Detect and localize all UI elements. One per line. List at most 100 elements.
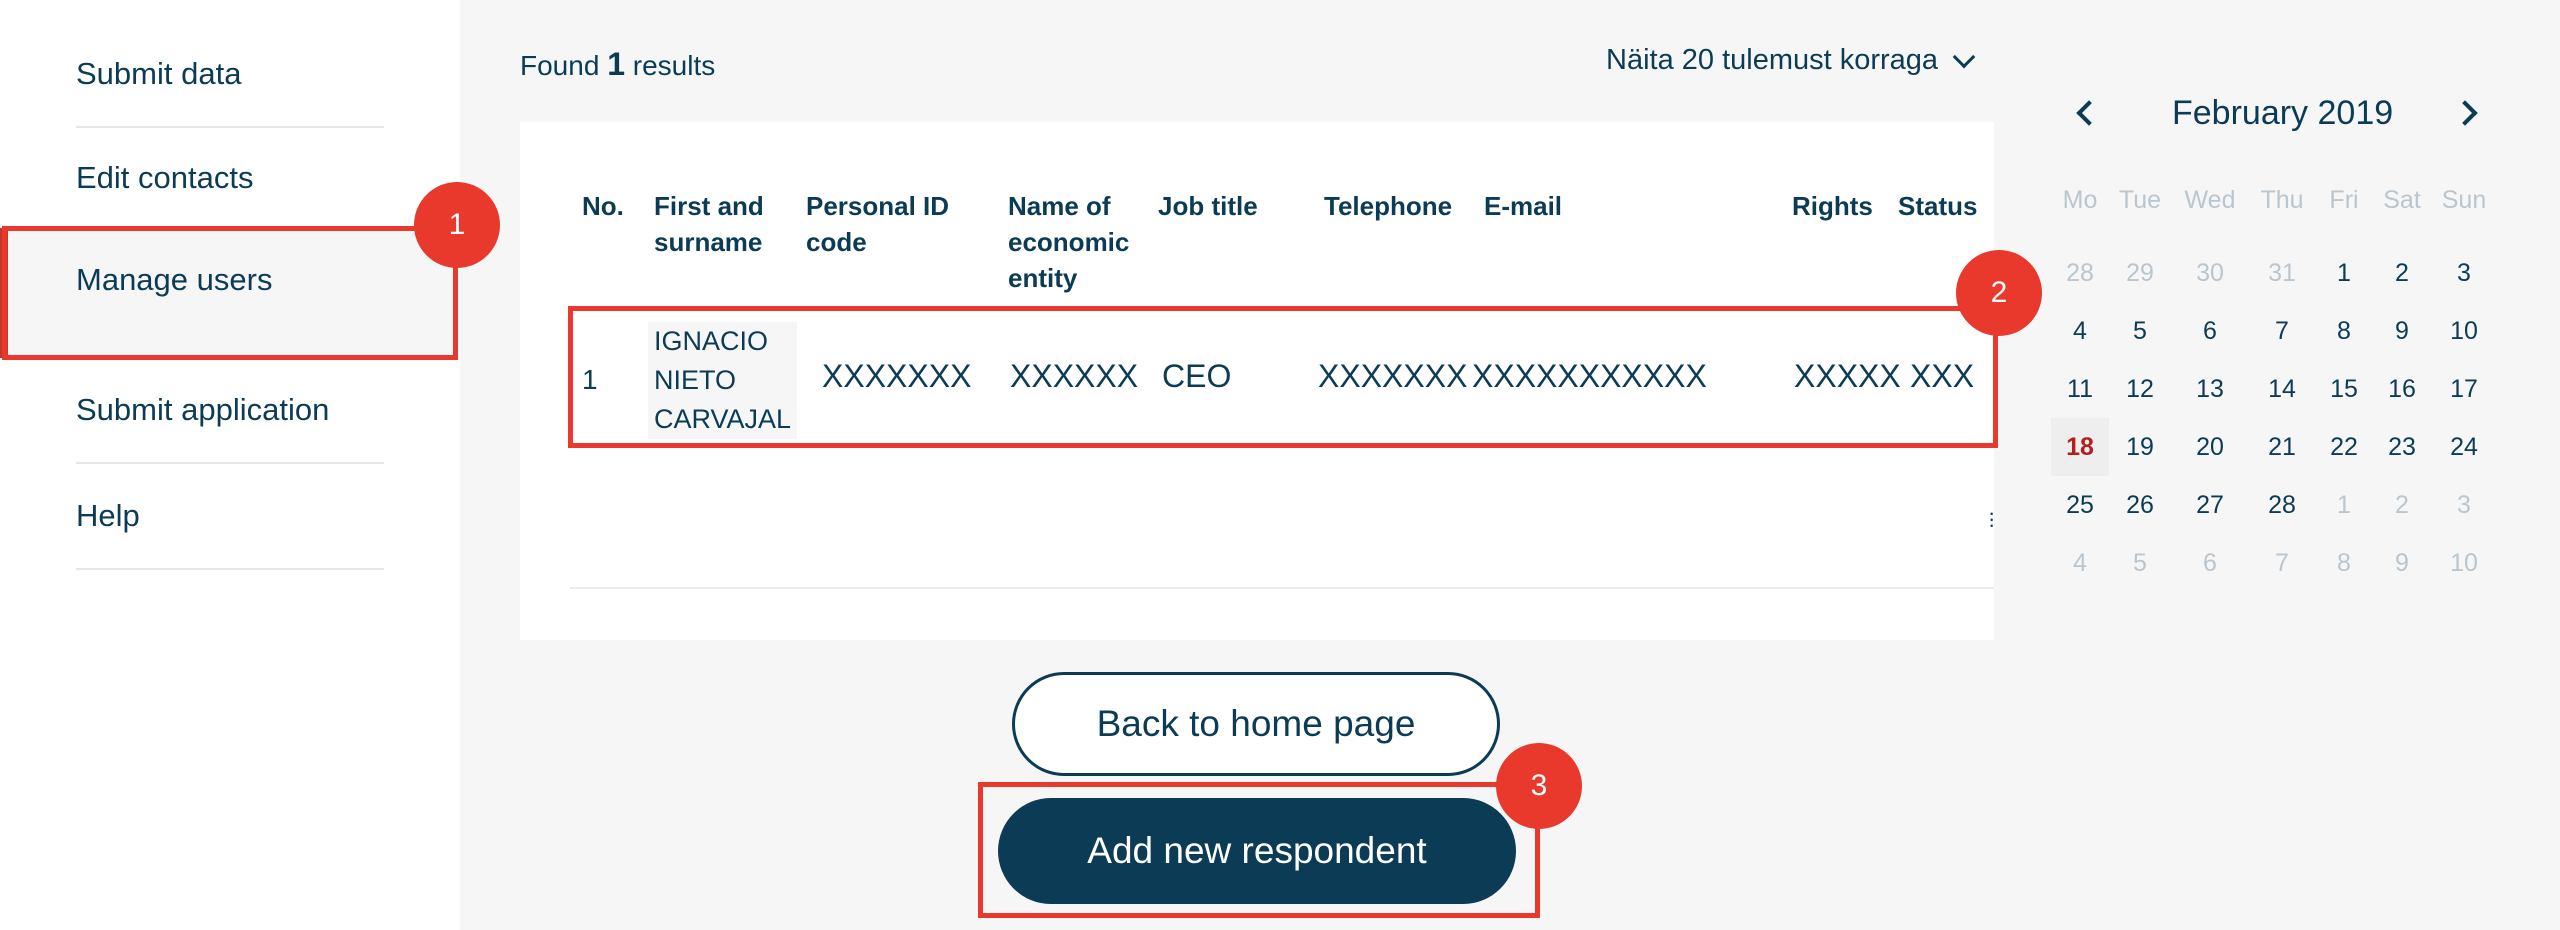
add-new-respondent-button[interactable]: Add new respondent	[998, 798, 1516, 904]
page-size-select[interactable]: Näita 20 tulemust korraga	[1606, 44, 1976, 77]
calendar-weekday: Sat	[2383, 186, 2421, 214]
cell-name-line: CARVAJAL	[654, 404, 792, 434]
calendar-day[interactable]: 19	[2111, 418, 2169, 476]
calendar-day[interactable]: 1	[2315, 244, 2373, 302]
calendar-day[interactable]: 8	[2315, 534, 2373, 592]
calendar-day[interactable]: 6	[2181, 302, 2239, 360]
calendar-day[interactable]: 7	[2253, 534, 2311, 592]
sidebar: Submit data Edit contacts Manage users S…	[0, 0, 460, 930]
cell-job-title: CEO	[1162, 358, 1232, 394]
cell-status: XXX	[1910, 358, 1975, 394]
calendar-day[interactable]: 9	[2373, 534, 2431, 592]
calendar-day[interactable]: 31	[2253, 244, 2311, 302]
page-size-label: Näita 20 tulemust korraga	[1606, 44, 1939, 76]
calendar-day[interactable]: 10	[2435, 302, 2493, 360]
cell-no: 1	[582, 364, 598, 395]
results-found-suffix: results	[632, 50, 716, 81]
calendar-day[interactable]: 5	[2111, 302, 2169, 360]
column-header-personal-id-line: Personal ID	[806, 191, 950, 221]
calendar-day[interactable]: 2	[2373, 476, 2431, 534]
calendar-day[interactable]: 6	[2181, 534, 2239, 592]
back-to-home-button[interactable]: Back to home page	[1012, 672, 1500, 776]
calendar-day[interactable]: 2	[2373, 244, 2431, 302]
chevron-down-icon	[1952, 45, 1976, 68]
column-header-entity-line: economic	[1008, 227, 1130, 257]
annotation-badge-2: 2	[1956, 250, 2042, 336]
calendar-weekday: Sun	[2441, 186, 2487, 214]
calendar-day[interactable]: 11	[2051, 360, 2109, 418]
calendar-month-title: February 2019	[2172, 94, 2394, 132]
column-header-name: First and surname	[654, 188, 764, 260]
column-header-entity: Name of economic entity	[1008, 188, 1129, 296]
calendar-day[interactable]: 25	[2051, 476, 2109, 534]
cell-name-line: NIETO	[654, 365, 737, 395]
column-header-rights: Rights	[1792, 191, 1873, 221]
sidebar-item-submit-application[interactable]: Submit application	[76, 392, 384, 464]
calendar-weekday: Wed	[2184, 186, 2236, 214]
calendar-day[interactable]: 18	[2051, 418, 2109, 476]
calendar-weekday: Mo	[2062, 186, 2098, 214]
calendar-day[interactable]: 4	[2051, 302, 2109, 360]
calendar-prev-month-icon[interactable]	[2076, 100, 2102, 126]
calendar-day[interactable]: 9	[2373, 302, 2431, 360]
calendar-day[interactable]: 28	[2253, 476, 2311, 534]
cell-name-line: IGNACIO	[654, 326, 769, 356]
calendar-day[interactable]: 28	[2051, 244, 2109, 302]
calendar-weekday: Fri	[2329, 186, 2359, 214]
calendar-weekday: Tue	[2118, 186, 2162, 214]
column-header-name-line: First and	[654, 191, 764, 221]
cell-personal-id: XXXXXXX	[822, 358, 972, 394]
calendar-day[interactable]: 17	[2435, 360, 2493, 418]
calendar-weekday: Thu	[2260, 186, 2304, 214]
calendar-day[interactable]: 10	[2435, 534, 2493, 592]
sidebar-item-label: Submit data	[76, 56, 242, 91]
annotation-badge-3: 3	[1496, 743, 1582, 829]
calendar-day[interactable]: 15	[2315, 360, 2373, 418]
sidebar-item-label: Submit application	[76, 392, 330, 427]
calendar-day[interactable]: 30	[2181, 244, 2239, 302]
calendar-day[interactable]: 13	[2181, 360, 2239, 418]
cell-name: IGNACIO NIETO CARVAJAL	[648, 322, 798, 439]
sidebar-item-label: Edit contacts	[76, 160, 254, 195]
calendar-next-month-icon[interactable]	[2452, 100, 2478, 126]
column-header-entity-line: entity	[1008, 263, 1078, 293]
sidebar-item-help[interactable]: Help	[76, 498, 384, 570]
calendar-day[interactable]: 21	[2253, 418, 2311, 476]
scroll-handle[interactable]: · · ·	[1988, 502, 1995, 536]
calendar-day[interactable]: 4	[2051, 534, 2109, 592]
sidebar-item-edit-contacts[interactable]: Edit contacts	[76, 160, 384, 232]
sidebar-item-label: Help	[76, 498, 140, 533]
calendar-day[interactable]: 20	[2181, 418, 2239, 476]
calendar-day[interactable]: 3	[2435, 476, 2493, 534]
column-header-telephone: Telephone	[1324, 191, 1453, 221]
calendar-day[interactable]: 3	[2435, 244, 2493, 302]
column-header-name-line: surname	[654, 227, 763, 257]
calendar-day[interactable]: 5	[2111, 534, 2169, 592]
calendar-day[interactable]: 14	[2253, 360, 2311, 418]
sidebar-item-label: Manage users	[76, 262, 273, 297]
calendar-day[interactable]: 24	[2435, 418, 2493, 476]
back-to-home-label: Back to home page	[1096, 703, 1416, 744]
sidebar-item-submit-data[interactable]: Submit data	[76, 56, 384, 128]
calendar-day[interactable]: 1	[2315, 476, 2373, 534]
cell-entity: XXXXXX	[1010, 358, 1139, 394]
add-new-respondent-label: Add new respondent	[1087, 830, 1427, 871]
column-header-personal-id-line: code	[806, 227, 867, 257]
calendar-day[interactable]: 26	[2111, 476, 2169, 534]
calendar-day[interactable]: 22	[2315, 418, 2373, 476]
annotation-badge-1: 1	[414, 182, 500, 268]
column-header-no: No.	[582, 191, 624, 221]
calendar-day[interactable]: 12	[2111, 360, 2169, 418]
calendar-day[interactable]: 23	[2373, 418, 2431, 476]
table-divider	[570, 587, 1994, 589]
calendar-day[interactable]: 16	[2373, 360, 2431, 418]
column-header-personal-id: Personal ID code	[806, 188, 949, 260]
column-header-entity-line: Name of	[1008, 191, 1111, 221]
column-header-job-title: Job title	[1158, 191, 1258, 221]
calendar-day[interactable]: 29	[2111, 244, 2169, 302]
column-header-status: Status	[1898, 191, 1978, 221]
calendar-day[interactable]: 8	[2315, 302, 2373, 360]
column-header-email: E-mail	[1484, 191, 1563, 221]
calendar-day[interactable]: 27	[2181, 476, 2239, 534]
calendar-day[interactable]: 7	[2253, 302, 2311, 360]
